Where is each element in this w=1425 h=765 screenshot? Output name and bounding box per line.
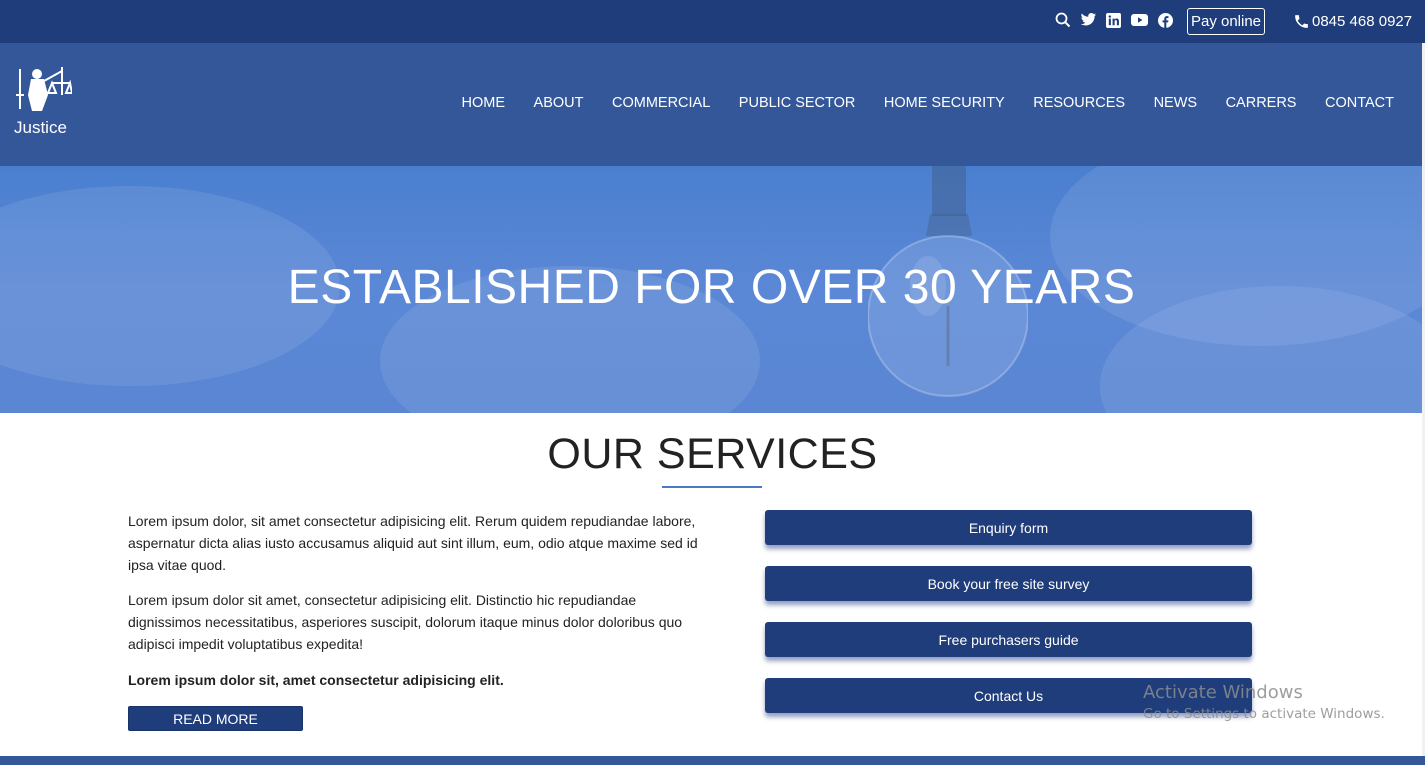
read-more-button[interactable]: READ MORE xyxy=(128,706,303,731)
youtube-icon[interactable] xyxy=(1130,11,1148,29)
twitter-icon[interactable] xyxy=(1079,11,1097,29)
hero-title: ESTABLISHED FOR OVER 30 YEARS xyxy=(0,260,1425,315)
nav-item-contact[interactable]: CONTACT xyxy=(1325,95,1394,111)
linkedin-icon[interactable] xyxy=(1104,11,1122,29)
hero-banner: ESTABLISHED FOR OVER 30 YEARS xyxy=(0,166,1425,413)
top-utility-bar: Pay online 0845 468 0927 xyxy=(0,0,1425,43)
brand-name[interactable]: Justice xyxy=(14,118,67,138)
purchasers-guide-label: Free purchasers guide xyxy=(938,631,1079,648)
nav-item-carrers[interactable]: CARRERS xyxy=(1226,95,1297,111)
book-site-survey-label: Book your free site survey xyxy=(927,575,1090,592)
nav-item-home-security[interactable]: HOME SECURITY xyxy=(884,95,1005,111)
contact-us-label: Contact Us xyxy=(973,687,1044,704)
services-bold-paragraph: Lorem ipsum dolor sit, amet consectetur … xyxy=(128,672,504,688)
facebook-icon[interactable] xyxy=(1156,11,1174,29)
phone-number: 0845 468 0927 xyxy=(1312,12,1413,30)
read-more-label: READ MORE xyxy=(173,710,258,727)
nav-item-about[interactable]: ABOUT xyxy=(534,95,584,111)
services-paragraph: Lorem ipsum dolor sit amet, consectetur … xyxy=(128,592,683,652)
services-title: OUR SERVICES xyxy=(547,430,878,478)
title-underline xyxy=(662,486,762,488)
lady-justice-icon[interactable] xyxy=(14,65,74,120)
activate-windows-title: Activate Windows xyxy=(1143,682,1303,703)
phone-icon xyxy=(1295,14,1308,28)
pay-online-button[interactable]: Pay online xyxy=(1187,8,1265,35)
nav-item-home[interactable]: HOME xyxy=(462,95,506,111)
phone-number-link[interactable]: 0845 468 0927 xyxy=(1293,11,1412,31)
hero-title-text: ESTABLISHED FOR OVER 30 YEARS xyxy=(287,261,1136,314)
enquiry-form-label: Enquiry form xyxy=(968,519,1049,536)
activate-windows-subtitle: Go to Settings to activate Windows. xyxy=(1143,706,1385,722)
footer-strip xyxy=(0,756,1425,765)
book-site-survey-button[interactable]: Book your free site survey xyxy=(765,566,1252,601)
nav-item-news[interactable]: NEWS xyxy=(1154,95,1198,111)
purchasers-guide-button[interactable]: Free purchasers guide xyxy=(765,622,1252,657)
search-icon[interactable] xyxy=(1054,11,1072,29)
services-paragraph: Lorem ipsum dolor, sit amet consectetur … xyxy=(128,513,698,573)
nav-item-resources[interactable]: RESOURCES xyxy=(1033,95,1125,111)
nav-item-public-sector[interactable]: PUBLIC SECTOR xyxy=(739,95,856,111)
main-nav: HOME ABOUT COMMERCIAL PUBLIC SECTOR HOME… xyxy=(433,95,1394,111)
nav-item-commercial[interactable]: COMMERCIAL xyxy=(612,95,710,111)
enquiry-form-button[interactable]: Enquiry form xyxy=(765,510,1252,545)
pay-online-label: Pay online xyxy=(1190,13,1262,30)
main-header: Justice HOME ABOUT COMMERCIAL PUBLIC SEC… xyxy=(0,43,1425,166)
